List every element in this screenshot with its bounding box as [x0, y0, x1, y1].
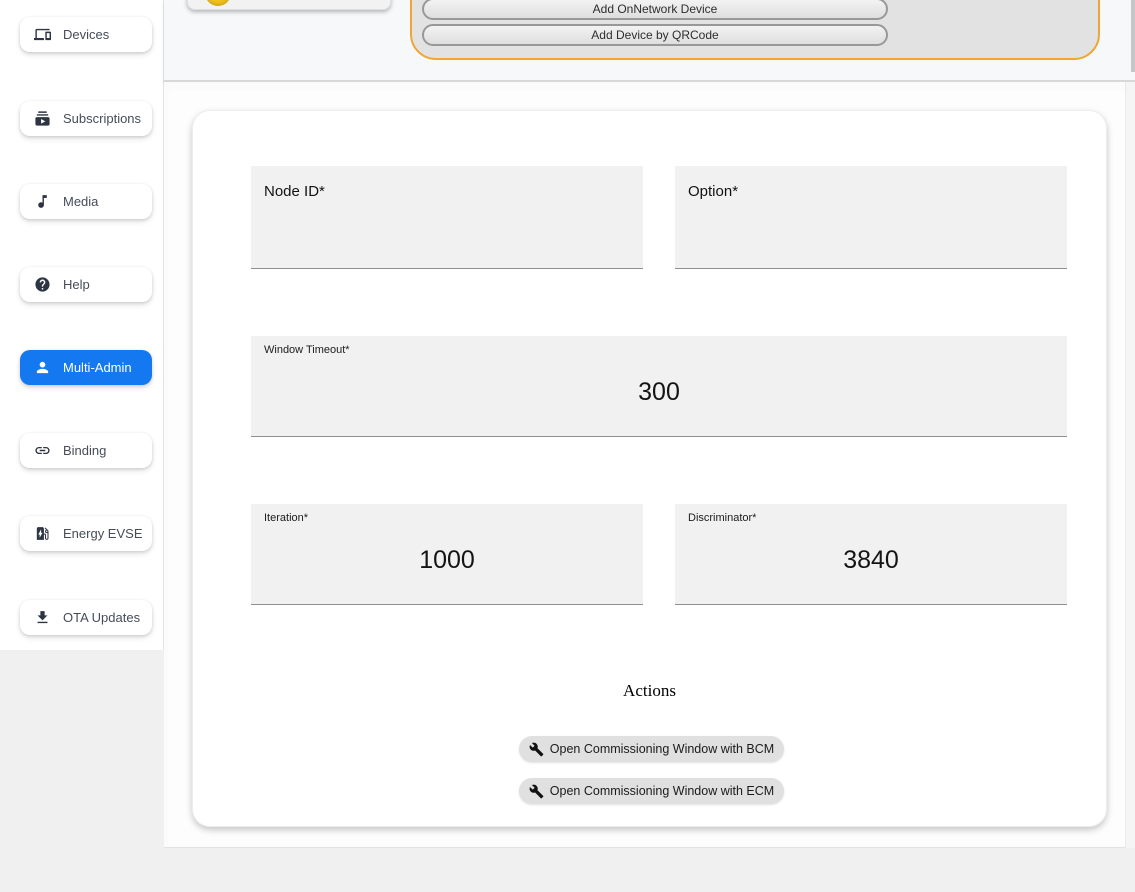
top-device-strip: Add OnNetwork Device Add Device by QRCod… [164, 0, 1135, 82]
ev-station-icon [34, 525, 51, 542]
sidebar-item-multi-admin[interactable]: Multi-Admin [20, 350, 152, 385]
devices-icon [34, 26, 51, 43]
music-note-icon [34, 193, 51, 210]
sidebar-item-label: Subscriptions [63, 111, 141, 126]
scrollbar-thumb[interactable] [1131, 0, 1135, 72]
sidebar-item-label: Devices [63, 27, 109, 42]
node-id-field[interactable]: Node ID* [251, 166, 643, 269]
help-icon [34, 276, 51, 293]
subscriptions-icon [34, 110, 51, 127]
bottom-gutter [164, 847, 1135, 892]
wrench-icon [529, 742, 544, 757]
sidebar-item-label: Help [63, 277, 90, 292]
person-icon [34, 359, 51, 376]
window-timeout-field[interactable]: Window Timeout* 300 [251, 336, 1067, 437]
download-icon [34, 609, 51, 626]
add-device-by-qrcode-button[interactable]: Add Device by QRCode [422, 24, 888, 46]
option-field[interactable]: Option* [675, 166, 1067, 269]
sidebar-item-subscriptions[interactable]: Subscriptions [20, 101, 152, 136]
sidebar-item-label: OTA Updates [63, 610, 140, 625]
sidebar-item-devices[interactable]: Devices [20, 17, 152, 52]
iteration-value: 1000 [251, 504, 643, 604]
link-icon [34, 442, 51, 459]
device-status-light-icon [205, 0, 231, 6]
iteration-field[interactable]: Iteration* 1000 [251, 504, 643, 605]
sidebar-item-ota-updates[interactable]: OTA Updates [20, 600, 152, 635]
discriminator-value: 3840 [675, 504, 1067, 604]
sidebar-item-binding[interactable]: Binding [20, 433, 152, 468]
discriminator-field[interactable]: Discriminator* 3840 [675, 504, 1067, 605]
window-timeout-value: 300 [251, 336, 1067, 436]
content-area: Node ID* Option* Window Timeout* 300 Ite… [164, 82, 1135, 892]
right-gutter [1125, 82, 1135, 848]
actions-heading: Actions [193, 681, 1106, 701]
main-area: Add OnNetwork Device Add Device by QRCod… [164, 0, 1135, 892]
app-window: Devices Subscriptions Media Help Multi-A… [0, 0, 1135, 892]
add-onnetwork-device-button[interactable]: Add OnNetwork Device [422, 0, 888, 20]
sidebar-item-label: Media [63, 194, 98, 209]
add-device-card: Add OnNetwork Device Add Device by QRCod… [410, 0, 1100, 60]
sidebar-item-energy-evse[interactable]: Energy EVSE [20, 516, 152, 551]
multi-admin-form-card: Node ID* Option* Window Timeout* 300 Ite… [192, 110, 1107, 827]
sidebar-item-label: Multi-Admin [63, 360, 132, 375]
wrench-icon [529, 784, 544, 799]
option-label: Option* [688, 183, 738, 200]
sidebar-item-label: Binding [63, 443, 106, 458]
sidebar-item-help[interactable]: Help [20, 267, 152, 302]
sidebar-item-media[interactable]: Media [20, 184, 152, 219]
node-id-label: Node ID* [264, 183, 325, 200]
open-commissioning-window-ecm-button[interactable]: Open Commissioning Window with ECM [519, 778, 784, 804]
open-commissioning-window-bcm-button[interactable]: Open Commissioning Window with BCM [519, 736, 784, 762]
sidebar-item-label: Energy EVSE [63, 526, 143, 541]
device-card-partial[interactable] [187, 0, 391, 10]
button-label: Open Commissioning Window with ECM [550, 784, 774, 798]
button-label: Open Commissioning Window with BCM [550, 742, 774, 756]
sidebar: Devices Subscriptions Media Help Multi-A… [0, 0, 164, 650]
